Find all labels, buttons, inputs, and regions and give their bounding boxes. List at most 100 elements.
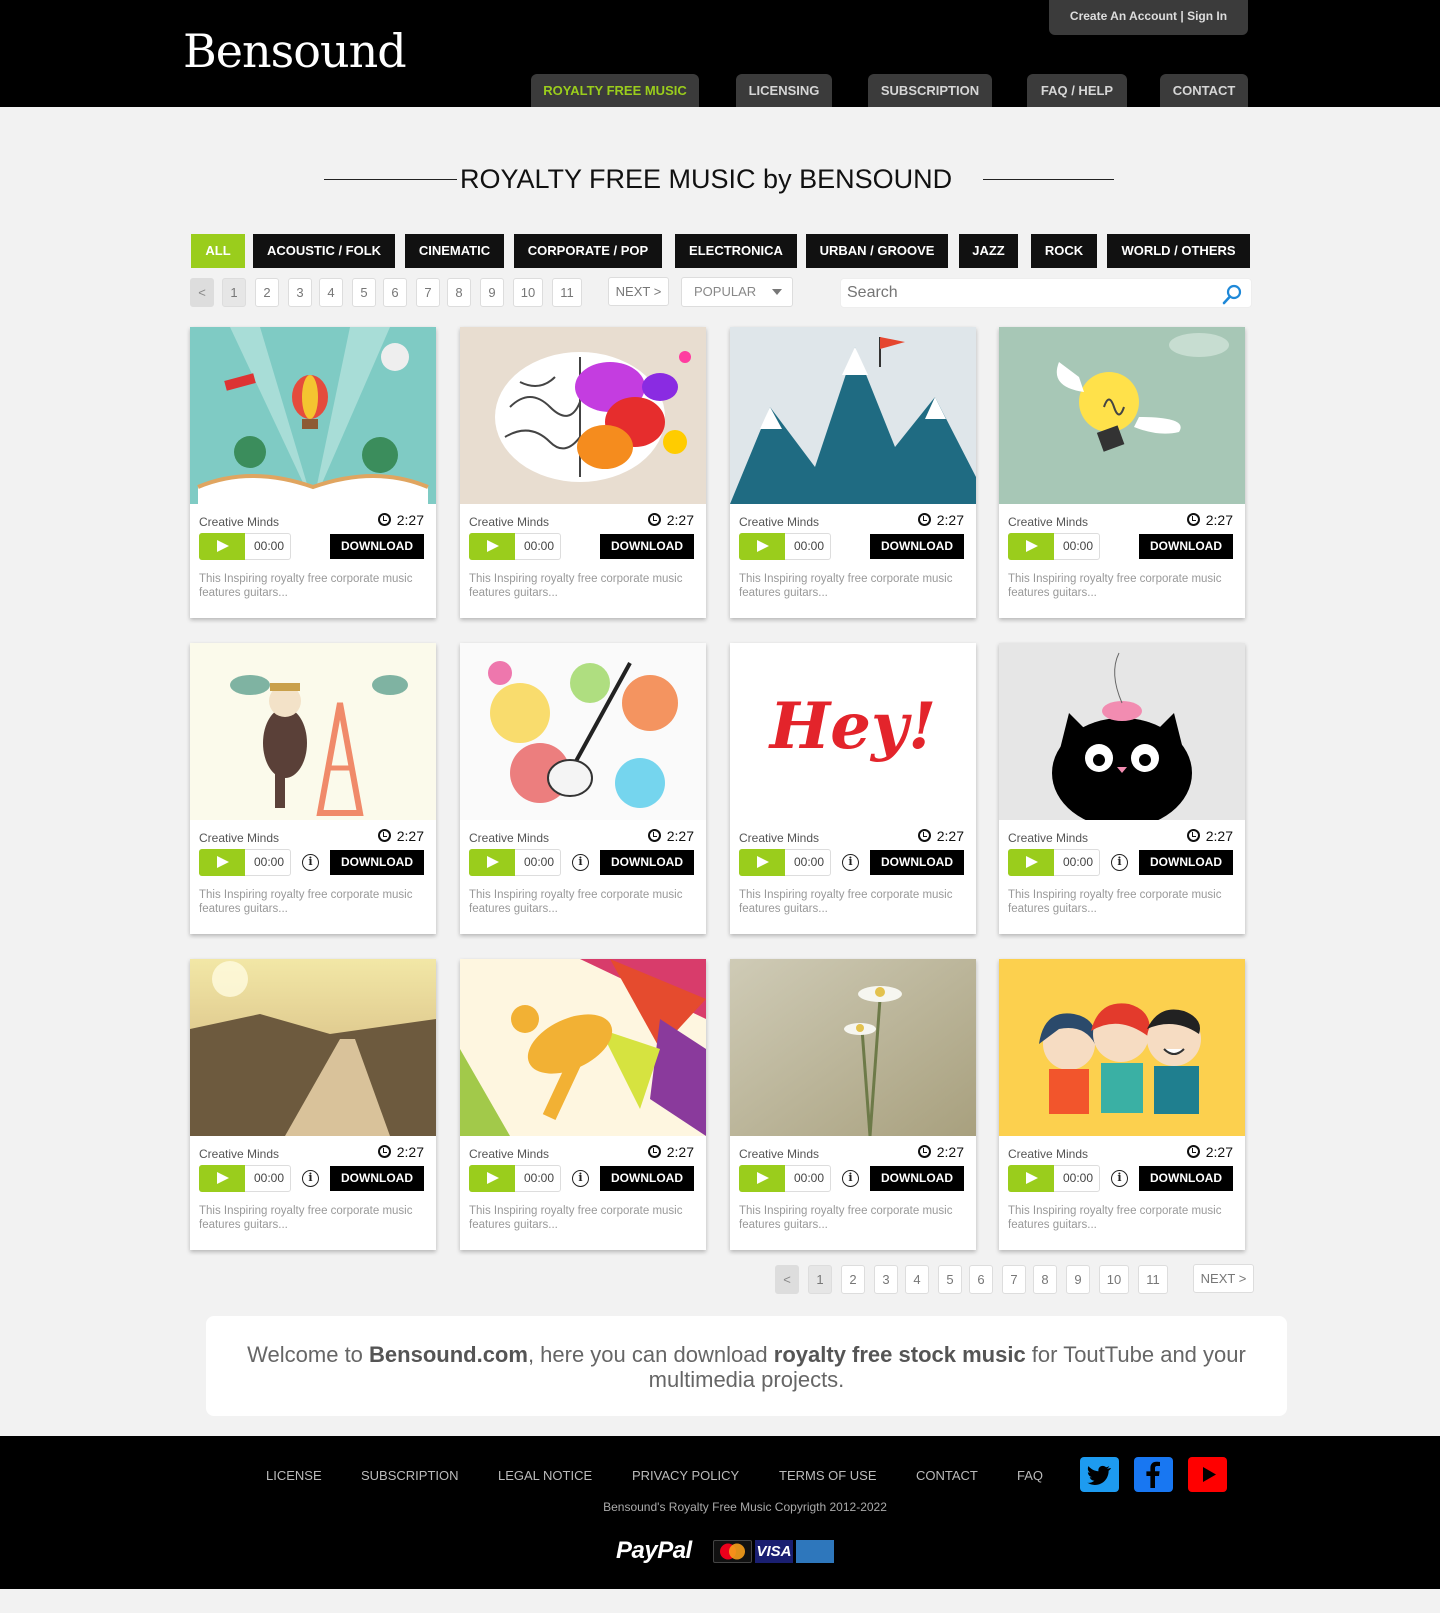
bottom-pagination-page-9[interactable]: 9 [1066,1265,1090,1294]
track-thumbnail[interactable]: Hey! [730,643,976,820]
sort-select[interactable]: POPULAR [681,277,793,307]
download-button[interactable]: DOWNLOAD [1139,534,1233,559]
category-cinematic[interactable]: CINEMATIC [405,234,504,268]
footer-link-faq[interactable]: FAQ [1017,1468,1043,1483]
track-thumbnail[interactable] [190,643,436,820]
pagination-next-button[interactable]: NEXT > [608,277,669,306]
pagination-prev-button[interactable]: < [190,278,214,307]
category-urban-groove[interactable]: URBAN / GROOVE [806,234,948,268]
download-button[interactable]: DOWNLOAD [600,1166,694,1191]
nav-tab-faq-help[interactable]: FAQ / HELP [1027,74,1127,107]
download-button[interactable]: DOWNLOAD [870,850,964,875]
bottom-pagination-page-4[interactable]: 4 [905,1265,929,1294]
logo[interactable]: Bensound [183,26,411,76]
play-icon[interactable] [199,533,245,560]
play-icon[interactable] [199,1165,245,1192]
play-icon[interactable] [199,849,245,876]
category-acoustic-folk[interactable]: ACOUSTIC / FOLK [253,234,395,268]
bottom-pagination-prev-button[interactable]: < [775,1265,799,1294]
bottom-pagination-page-1[interactable]: 1 [808,1265,832,1294]
search-input[interactable] [841,279,1191,307]
pagination-page-10[interactable]: 10 [513,278,543,307]
play-icon[interactable] [1008,533,1054,560]
track-thumbnail[interactable] [730,327,976,504]
category-electronica[interactable]: ELECTRONICA [675,234,797,268]
play-icon[interactable] [739,849,785,876]
pagination-page-4[interactable]: 4 [319,278,343,307]
pagination-page-5[interactable]: 5 [352,278,376,307]
track-thumbnail[interactable] [190,959,436,1136]
bottom-pagination-page-2[interactable]: 2 [841,1265,865,1294]
twitter-icon[interactable] [1080,1457,1119,1492]
track-thumbnail[interactable] [999,643,1245,820]
info-icon[interactable]: i [842,1170,859,1187]
bottom-pagination-next-button[interactable]: NEXT > [1193,1264,1254,1293]
facebook-icon[interactable] [1134,1457,1173,1492]
info-icon[interactable]: i [1111,1170,1128,1187]
play-icon[interactable] [469,849,515,876]
download-button[interactable]: DOWNLOAD [600,534,694,559]
youtube-icon[interactable] [1188,1457,1227,1492]
category-jazz[interactable]: JAZZ [959,234,1018,268]
info-icon[interactable]: i [842,854,859,871]
category-world-others[interactable]: WORLD / OTHERS [1107,234,1250,268]
footer-link-terms-of-use[interactable]: TERMS OF USE [779,1468,877,1483]
category-all[interactable]: ALL [191,234,245,268]
search-icon[interactable] [1221,284,1243,306]
track-thumbnail[interactable] [999,327,1245,504]
info-icon[interactable]: i [302,1170,319,1187]
play-icon[interactable] [1008,849,1054,876]
download-button[interactable]: DOWNLOAD [600,850,694,875]
nav-tab-subscription[interactable]: SUBSCRIPTION [868,74,992,107]
download-button[interactable]: DOWNLOAD [330,534,424,559]
pagination-page-1[interactable]: 1 [222,278,246,307]
bottom-pagination-page-3[interactable]: 3 [874,1265,898,1294]
download-button[interactable]: DOWNLOAD [1139,850,1233,875]
pagination-page-9[interactable]: 9 [480,278,504,307]
info-icon[interactable]: i [572,1170,589,1187]
bottom-pagination-page-11[interactable]: 11 [1138,1265,1168,1294]
track-thumbnail[interactable] [460,643,706,820]
download-button[interactable]: DOWNLOAD [330,1166,424,1191]
nav-tab-royalty-free-music[interactable]: ROYALTY FREE MUSIC [531,74,699,107]
bottom-pagination-page-10[interactable]: 10 [1099,1265,1129,1294]
pagination-page-11[interactable]: 11 [552,278,582,307]
pagination-page-8[interactable]: 8 [447,278,471,307]
bottom-pagination-page-8[interactable]: 8 [1033,1265,1057,1294]
info-icon[interactable]: i [572,854,589,871]
nav-tab-contact[interactable]: CONTACT [1160,74,1248,107]
pagination-page-6[interactable]: 6 [383,278,407,307]
footer-link-contact[interactable]: CONTACT [916,1468,978,1483]
footer-link-license[interactable]: LICENSE [266,1468,322,1483]
footer-link-privacy-policy[interactable]: PRIVACY POLICY [632,1468,739,1483]
info-icon[interactable]: i [302,854,319,871]
account-link[interactable]: Create An Account | Sign In [1049,0,1248,35]
bottom-pagination-page-5[interactable]: 5 [938,1265,962,1294]
track-thumbnail[interactable] [730,959,976,1136]
track-thumbnail[interactable] [460,327,706,504]
bottom-pagination-page-7[interactable]: 7 [1002,1265,1026,1294]
play-icon[interactable] [739,1165,785,1192]
track-thumbnail[interactable] [460,959,706,1136]
play-icon[interactable] [739,533,785,560]
category-rock[interactable]: ROCK [1031,234,1097,268]
pagination-page-2[interactable]: 2 [255,278,279,307]
footer-link-legal-notice[interactable]: LEGAL NOTICE [498,1468,592,1483]
play-icon[interactable] [1008,1165,1054,1192]
info-icon[interactable]: i [1111,854,1128,871]
category-corporate-pop[interactable]: CORPORATE / POP [514,234,662,268]
download-button[interactable]: DOWNLOAD [870,1166,964,1191]
download-button[interactable]: DOWNLOAD [330,850,424,875]
nav-tab-licensing[interactable]: LICENSING [736,74,832,107]
track-card: Creative Minds 2:27 00:00 i DOWNLOAD This Ins… [190,959,436,1250]
footer-link-subscription[interactable]: SUBSCRIPTION [361,1468,459,1483]
pagination-page-3[interactable]: 3 [288,278,312,307]
track-thumbnail[interactable] [999,959,1245,1136]
play-icon[interactable] [469,1165,515,1192]
download-button[interactable]: DOWNLOAD [1139,1166,1233,1191]
bottom-pagination-page-6[interactable]: 6 [969,1265,993,1294]
play-icon[interactable] [469,533,515,560]
pagination-page-7[interactable]: 7 [416,278,440,307]
track-thumbnail[interactable] [190,327,436,504]
download-button[interactable]: DOWNLOAD [870,534,964,559]
